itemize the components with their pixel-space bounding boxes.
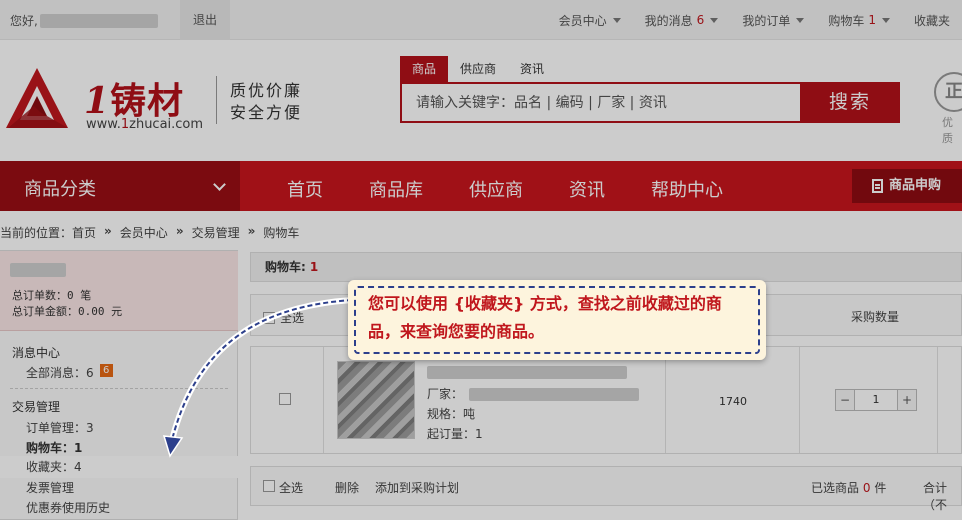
tip-message: 您可以使用 {收藏夹} 方式，查找之前收藏过的商品，来查询您要的商品。 xyxy=(368,294,722,341)
guide-arrow-icon xyxy=(162,297,355,458)
tip-callout: 您可以使用 {收藏夹} 方式，查找之前收藏过的商品，来查询您要的商品。 xyxy=(348,280,766,360)
